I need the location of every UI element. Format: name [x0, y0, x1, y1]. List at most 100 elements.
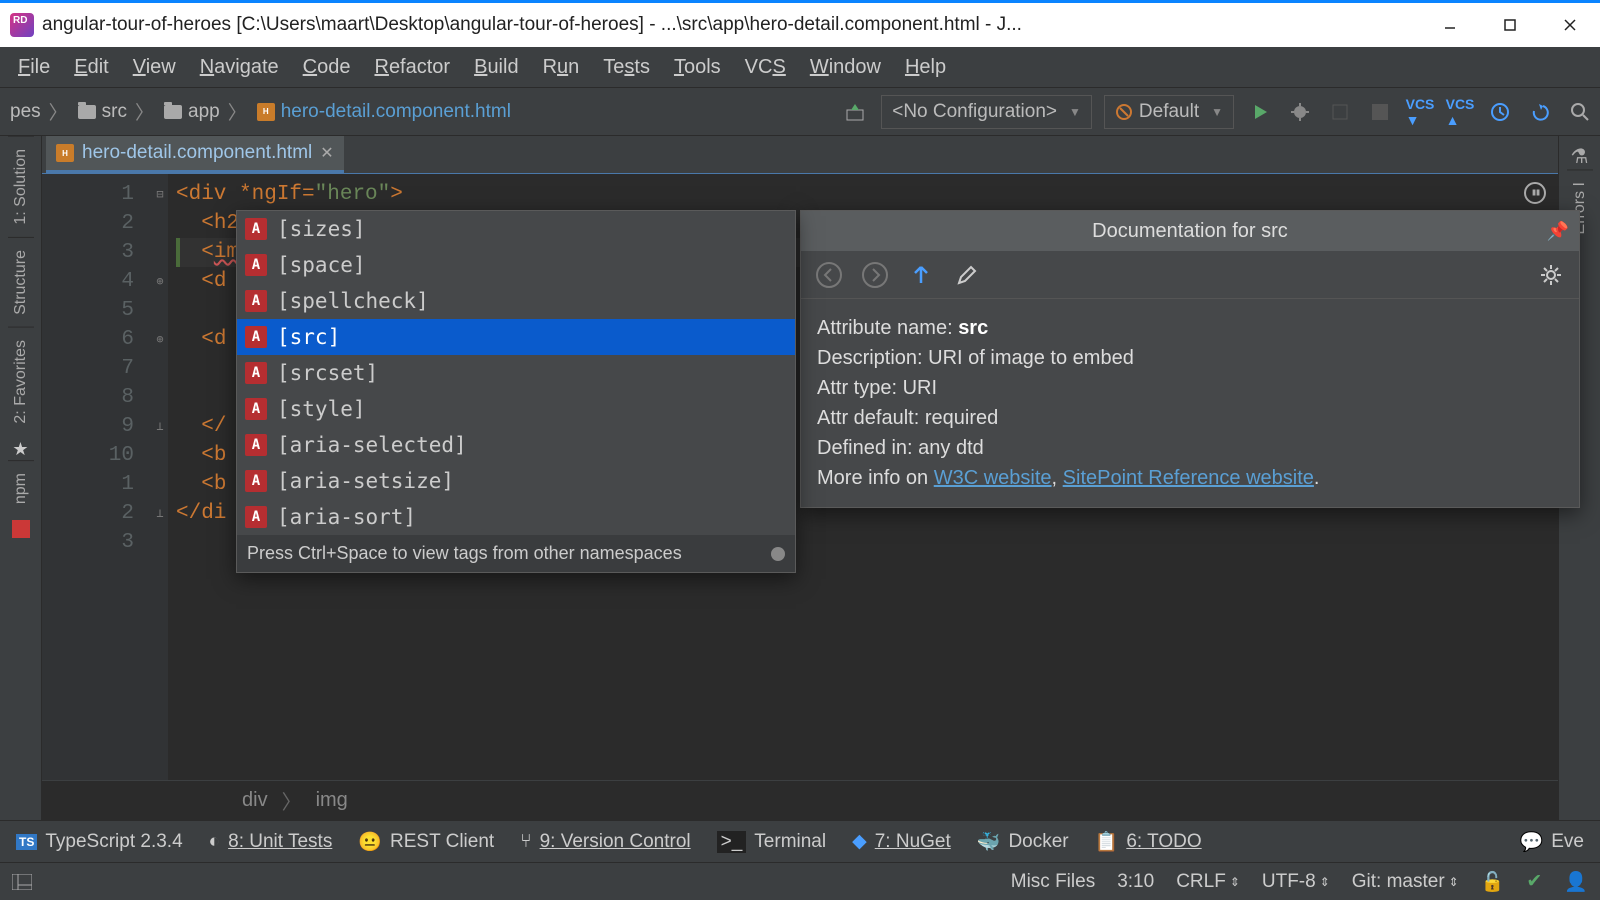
inspection-select[interactable]: Default▼: [1104, 95, 1234, 129]
docker-tool[interactable]: 🐳Docker: [977, 830, 1069, 854]
build-icon[interactable]: [841, 98, 869, 126]
menu-view[interactable]: View: [121, 52, 188, 83]
html-file-icon: H: [257, 103, 275, 121]
window-controls: [1420, 3, 1600, 47]
statusbar: Misc Files 3:10 CRLF⇕ UTF-8⇕ Git: master…: [0, 862, 1600, 900]
version-control-tool[interactable]: ⑂9: Version Control: [520, 831, 690, 853]
crumb-file[interactable]: Hhero-detail.component.html: [253, 101, 515, 123]
folder-icon: [78, 105, 96, 119]
coverage-button[interactable]: [1326, 98, 1354, 126]
up-button[interactable]: [905, 259, 937, 291]
encoding[interactable]: UTF-8⇕: [1262, 871, 1330, 893]
more-icon[interactable]: [771, 547, 785, 561]
autocomplete-item[interactable]: A[style]: [237, 391, 795, 427]
edit-button[interactable]: [951, 259, 983, 291]
cursor-position[interactable]: 3:10: [1117, 871, 1154, 893]
stop-button[interactable]: [1366, 98, 1394, 126]
crumb-img[interactable]: img: [316, 789, 348, 812]
circle-icon: ◐: [209, 831, 220, 853]
menu-run[interactable]: Run: [531, 52, 592, 83]
menu-tests[interactable]: Tests: [591, 52, 662, 83]
autocomplete-item[interactable]: A[srcset]: [237, 355, 795, 391]
settings-button[interactable]: [1535, 259, 1567, 291]
git-branch[interactable]: Git: master⇕: [1352, 871, 1459, 893]
fold-column[interactable]: ⊟⊕⊕⊥⊥: [152, 174, 168, 780]
doc-nav: [801, 251, 1579, 299]
autocomplete-item[interactable]: A[spellcheck]: [237, 283, 795, 319]
unit-tests-tool[interactable]: ◐8: Unit Tests: [209, 831, 333, 853]
maximize-button[interactable]: [1480, 3, 1540, 47]
doc-body: Attribute name: src Description: URI of …: [801, 299, 1579, 507]
menu-help[interactable]: Help: [893, 52, 958, 83]
crumb-root[interactable]: pes〉: [6, 98, 74, 125]
angular-icon: A: [245, 506, 267, 528]
flask-icon[interactable]: ⚗: [1571, 144, 1589, 169]
menu-navigate[interactable]: Navigate: [188, 52, 291, 83]
vcs-update-icon[interactable]: VCS▼: [1406, 98, 1434, 126]
tool-structure[interactable]: Structure: [8, 237, 34, 327]
minimize-button[interactable]: [1420, 3, 1480, 47]
angular-icon: A: [245, 434, 267, 456]
crumb-src[interactable]: src〉: [74, 98, 160, 125]
autocomplete-item[interactable]: A[sizes]: [237, 211, 795, 247]
line-ending[interactable]: CRLF⇕: [1176, 871, 1240, 893]
tool-favorites[interactable]: 2: Favorites: [8, 327, 34, 436]
todo-tool[interactable]: 📋6: TODO: [1095, 830, 1202, 854]
revert-icon[interactable]: [1526, 98, 1554, 126]
editor-tab[interactable]: H hero-detail.component.html ✕: [46, 136, 344, 173]
menu-window[interactable]: Window: [798, 52, 893, 83]
app-logo-icon: [10, 13, 34, 37]
sitepoint-link[interactable]: SitePoint Reference website: [1063, 467, 1314, 489]
run-button[interactable]: [1246, 98, 1274, 126]
rest-icon: 😐: [358, 830, 382, 854]
documentation-popup: Documentation for src 📌 Attribute name: …: [800, 210, 1580, 508]
search-icon[interactable]: [1566, 98, 1594, 126]
menu-vcs[interactable]: VCS: [733, 52, 798, 83]
user-icon[interactable]: 👤: [1564, 870, 1588, 894]
breadcrumbs: pes〉 src〉 app〉 Hhero-detail.component.ht…: [0, 98, 521, 125]
window-title: angular-tour-of-heroes [C:\Users\maart\D…: [42, 14, 1420, 36]
autocomplete-item-selected[interactable]: A[src]: [237, 319, 795, 355]
autocomplete-item[interactable]: A[aria-setsize]: [237, 463, 795, 499]
vcs-commit-icon[interactable]: VCS▲: [1446, 98, 1474, 126]
crumb-div[interactable]: div: [242, 789, 268, 812]
run-config-select[interactable]: <No Configuration>▼: [881, 95, 1092, 129]
npm-icon: [12, 520, 30, 538]
menu-edit[interactable]: Edit: [62, 52, 120, 83]
debug-button[interactable]: [1286, 98, 1314, 126]
crumb-app[interactable]: app〉: [160, 98, 253, 125]
tool-solution[interactable]: 1: Solution: [8, 136, 34, 237]
history-icon[interactable]: [1486, 98, 1514, 126]
nuget-icon: ◆: [852, 830, 867, 853]
forward-button[interactable]: [859, 259, 891, 291]
terminal-tool[interactable]: >_Terminal: [717, 831, 826, 853]
ok-icon[interactable]: ✔: [1526, 870, 1542, 893]
angular-icon: A: [245, 362, 267, 384]
menu-refactor[interactable]: Refactor: [362, 52, 462, 83]
back-button[interactable]: [813, 259, 845, 291]
pause-analysis-icon[interactable]: [1524, 182, 1546, 204]
nuget-tool[interactable]: ◆7: NuGet: [852, 830, 951, 853]
menu-tools[interactable]: Tools: [662, 52, 733, 83]
close-tab-icon[interactable]: ✕: [320, 143, 333, 163]
tool-windows-icon[interactable]: [12, 874, 32, 890]
typescript-status[interactable]: TSTypeScript 2.3.4: [16, 831, 183, 853]
html-file-icon: H: [56, 144, 74, 162]
angular-icon: A: [245, 326, 267, 348]
angular-icon: A: [245, 470, 267, 492]
tool-npm[interactable]: npm: [8, 460, 34, 516]
misc-files-status[interactable]: Misc Files: [1011, 871, 1095, 893]
menu-file[interactable]: File: [6, 52, 62, 83]
autocomplete-item[interactable]: A[space]: [237, 247, 795, 283]
events-tool[interactable]: 💬Eve: [1520, 830, 1584, 854]
rest-client-tool[interactable]: 😐REST Client: [358, 830, 494, 854]
pin-icon[interactable]: 📌: [1547, 221, 1569, 242]
menu-code[interactable]: Code: [291, 52, 363, 83]
menu-build[interactable]: Build: [462, 52, 530, 83]
star-icon: ★: [12, 439, 28, 460]
autocomplete-item[interactable]: A[aria-selected]: [237, 427, 795, 463]
w3c-link[interactable]: W3C website: [934, 467, 1052, 489]
lock-icon[interactable]: 🔓: [1481, 870, 1505, 894]
autocomplete-item[interactable]: A[aria-sort]: [237, 499, 795, 535]
close-button[interactable]: [1540, 3, 1600, 47]
